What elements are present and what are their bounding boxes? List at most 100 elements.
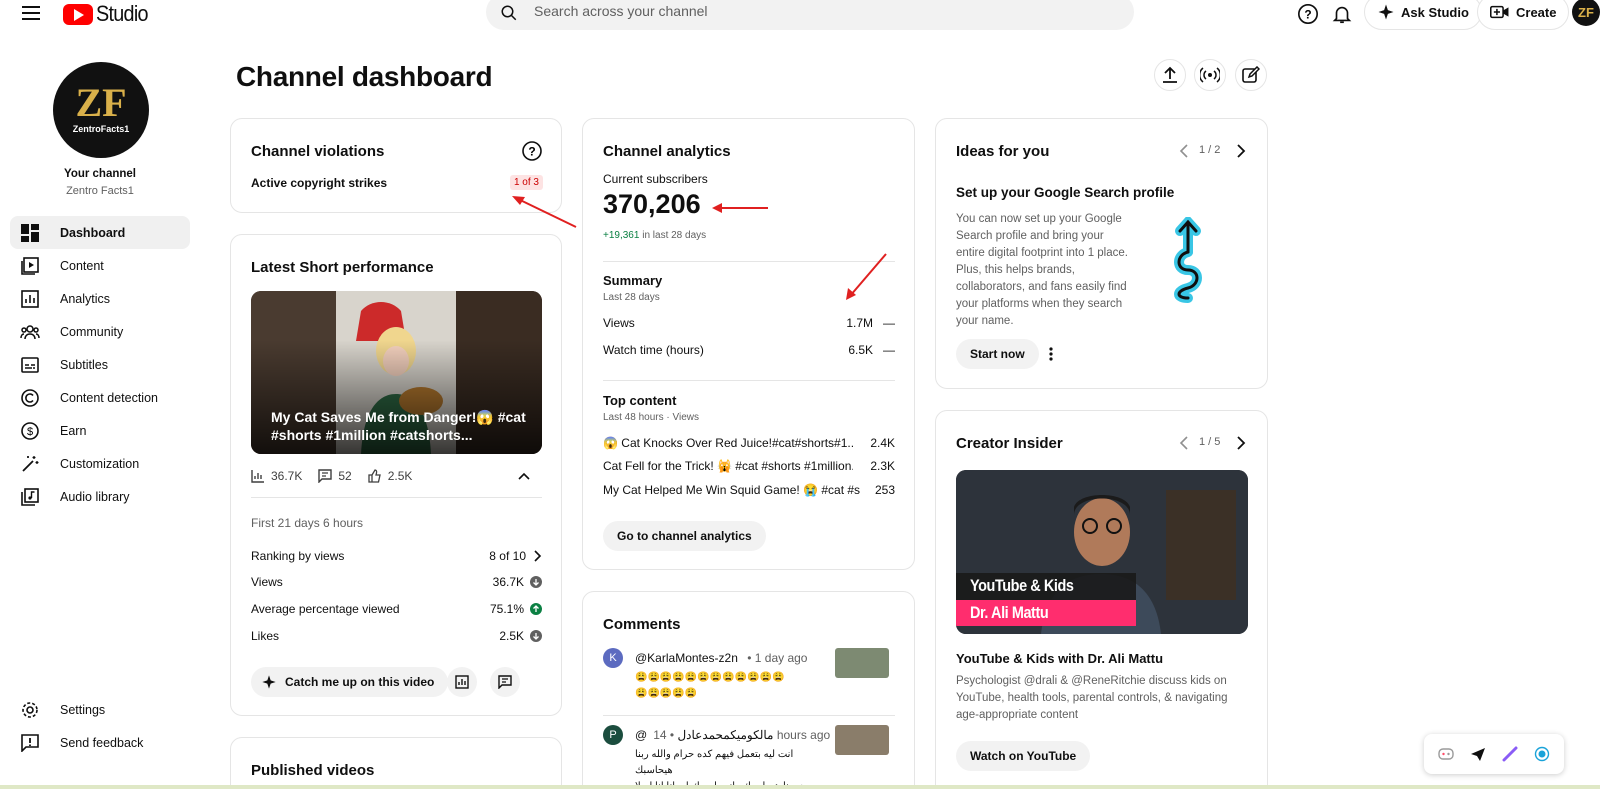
edit-icon — [1242, 66, 1260, 83]
row-label: 😱 Cat Knocks Over Red Juice!#cat#shorts#… — [603, 436, 853, 450]
create-button[interactable]: Create — [1477, 0, 1570, 30]
sidebar-item-dashboard[interactable]: Dashboard — [10, 216, 190, 249]
record-icon[interactable] — [1534, 746, 1550, 762]
short-views: 36.7K — [271, 469, 303, 483]
avg-viewed-row: Average percentage viewed 75.1% — [251, 602, 542, 616]
row-trend: — — [883, 316, 895, 330]
down-trend-icon — [530, 630, 542, 642]
sidebar-item-label: Customization — [60, 456, 140, 471]
ideas-body: You can now set up your Google Search pr… — [956, 213, 1128, 327]
ideas-card: Ideas for you 1 / 2 Set up your Google S… — [935, 118, 1268, 389]
insider-thumbnail[interactable]: YouTube & Kids Dr. Ali Mattu — [956, 470, 1248, 634]
search-input[interactable] — [534, 3, 1094, 19]
chevron-up-icon[interactable] — [518, 471, 530, 481]
ranking-row[interactable]: Ranking by views 8 of 10 — [251, 549, 542, 563]
short-comments-button[interactable] — [490, 667, 520, 697]
row-value: 75.1% — [489, 602, 524, 616]
go-to-analytics-button[interactable]: Go to channel analytics — [603, 521, 766, 551]
more-vert-icon[interactable] — [1049, 347, 1053, 361]
upload-icon — [1163, 66, 1177, 83]
svg-text:?: ? — [1304, 8, 1311, 22]
search-icon — [501, 5, 517, 21]
dashboard-icon — [20, 223, 40, 243]
send-icon[interactable] — [1470, 746, 1486, 762]
sidebar-item-subtitles[interactable]: Subtitles — [10, 348, 190, 381]
sidebar-item-analytics[interactable]: Analytics — [10, 282, 190, 315]
sidebar-item-community[interactable]: Community — [10, 315, 190, 348]
channel-avatar[interactable]: ZF ZentroFacts1 — [53, 62, 149, 158]
chevron-left-icon[interactable] — [1179, 436, 1189, 450]
insider-video-title[interactable]: YouTube & Kids with Dr. Ali Mattu — [956, 651, 1163, 666]
top-content-row[interactable]: Cat Fell for the Trick! 🙀 #cat #shorts #… — [603, 459, 895, 473]
latest-short-title: Latest Short performance — [251, 259, 434, 276]
upload-button[interactable] — [1154, 59, 1186, 91]
comment-item[interactable]: K @KarlaMontes-z2n • 1 day ago 😩😩😩😩😩😩😩😩😩… — [603, 648, 895, 710]
short-comments: 52 — [338, 469, 352, 483]
comment-icon — [498, 675, 512, 689]
top-content-row[interactable]: My Cat Helped Me Win Squid Game! 😭 #cat … — [603, 483, 895, 497]
start-now-button[interactable]: Start now — [956, 339, 1039, 369]
chevron-right-icon[interactable] — [1236, 144, 1246, 158]
like-icon — [368, 469, 381, 483]
sidebar-item-label: Settings — [60, 702, 106, 717]
sidebar-item-settings[interactable]: Settings — [10, 693, 190, 726]
notifications-icon[interactable] — [1331, 3, 1353, 25]
subscribers-label: Current subscribers — [603, 172, 708, 186]
sidebar-item-content[interactable]: Content — [10, 249, 190, 282]
chevron-right-icon[interactable] — [1236, 436, 1246, 450]
comments-card: Comments K @KarlaMontes-z2n • 1 day ago … — [582, 591, 915, 789]
chevron-left-icon[interactable] — [1179, 144, 1189, 158]
likes-row: Likes 2.5K — [251, 629, 542, 643]
floating-toolbar — [1424, 734, 1564, 774]
logo-text: Studio — [96, 1, 149, 26]
discord-icon[interactable] — [1438, 746, 1454, 762]
sidebar-item-content-detection[interactable]: Content detection — [10, 381, 190, 414]
help-icon[interactable]: ? — [1297, 3, 1319, 25]
sidebar-item-earn[interactable]: $ Earn — [10, 414, 190, 447]
sidebar-item-label: Content detection — [60, 390, 158, 405]
top-content-row[interactable]: 😱 Cat Knocks Over Red Juice!#cat#shorts#… — [603, 436, 895, 450]
subtitles-icon — [20, 355, 40, 375]
subscriber-change-value: +19,361 — [603, 230, 640, 241]
creator-insider-card: Creator Insider 1 / 5 YouTube & Kids Dr.… — [935, 410, 1268, 789]
search-bar[interactable] — [486, 0, 1134, 30]
row-label: My Cat Helped Me Win Squid Game! 😭 #cat … — [603, 483, 861, 497]
go-live-button[interactable] — [1194, 59, 1226, 91]
subscriber-change: +19,361 in last 28 days — [603, 230, 706, 241]
search-profile-illustration-icon — [1174, 217, 1202, 303]
help-icon[interactable]: ? — [522, 141, 542, 161]
start-now-label: Start now — [970, 347, 1025, 361]
copyright-icon — [20, 388, 40, 408]
catch-me-up-label: Catch me up on this video — [285, 675, 435, 689]
comment-author: @KarlaMontes-z2n — [635, 651, 738, 665]
create-post-button[interactable] — [1235, 59, 1267, 91]
sidebar-item-send-feedback[interactable]: Send feedback — [10, 726, 190, 759]
watch-on-youtube-button[interactable]: Watch on YouTube — [956, 741, 1091, 771]
top-bar: Studio ? Ask Studio Create ZF — [0, 0, 1600, 30]
row-value: 1.7M — [846, 316, 873, 330]
studio-logo[interactable]: Studio — [63, 1, 154, 27]
sidebar-item-label: Community — [60, 324, 124, 339]
comment-video-thumbnail[interactable] — [835, 648, 889, 678]
sidebar-item-label: Content — [60, 258, 104, 273]
catch-me-up-button[interactable]: Catch me up on this video — [251, 667, 449, 697]
strikes-badge[interactable]: 1 of 3 — [509, 175, 543, 190]
community-icon — [20, 322, 40, 342]
short-video-title: My Cat Saves Me from Danger!😱 #cat #shor… — [271, 409, 526, 443]
comment-item[interactable]: P @مالكوميكمحمدعادل • 14 hours ago انت ل… — [603, 725, 895, 789]
short-thumbnail[interactable]: My Cat Saves Me from Danger!😱 #cat #shor… — [251, 291, 542, 454]
account-avatar[interactable]: ZF — [1572, 0, 1600, 26]
ideas-title: Ideas for you — [956, 143, 1050, 160]
sidebar-item-customization[interactable]: Customization — [10, 447, 190, 480]
row-label: Cat Fell for the Trick! 🙀 #cat #shorts #… — [603, 459, 853, 473]
svg-text:ZF: ZF — [75, 80, 126, 125]
ideas-pager: 1 / 2 — [1199, 144, 1221, 156]
row-label: Watch time (hours) — [603, 343, 704, 357]
pen-icon[interactable] — [1502, 746, 1518, 762]
comment-icon — [318, 469, 333, 483]
comment-video-thumbnail[interactable] — [835, 725, 889, 755]
ask-studio-button[interactable]: Ask Studio — [1364, 0, 1482, 30]
short-analytics-button[interactable] — [447, 667, 477, 697]
menu-icon[interactable] — [22, 6, 40, 20]
sidebar-item-audio-library[interactable]: Audio library — [10, 480, 190, 513]
